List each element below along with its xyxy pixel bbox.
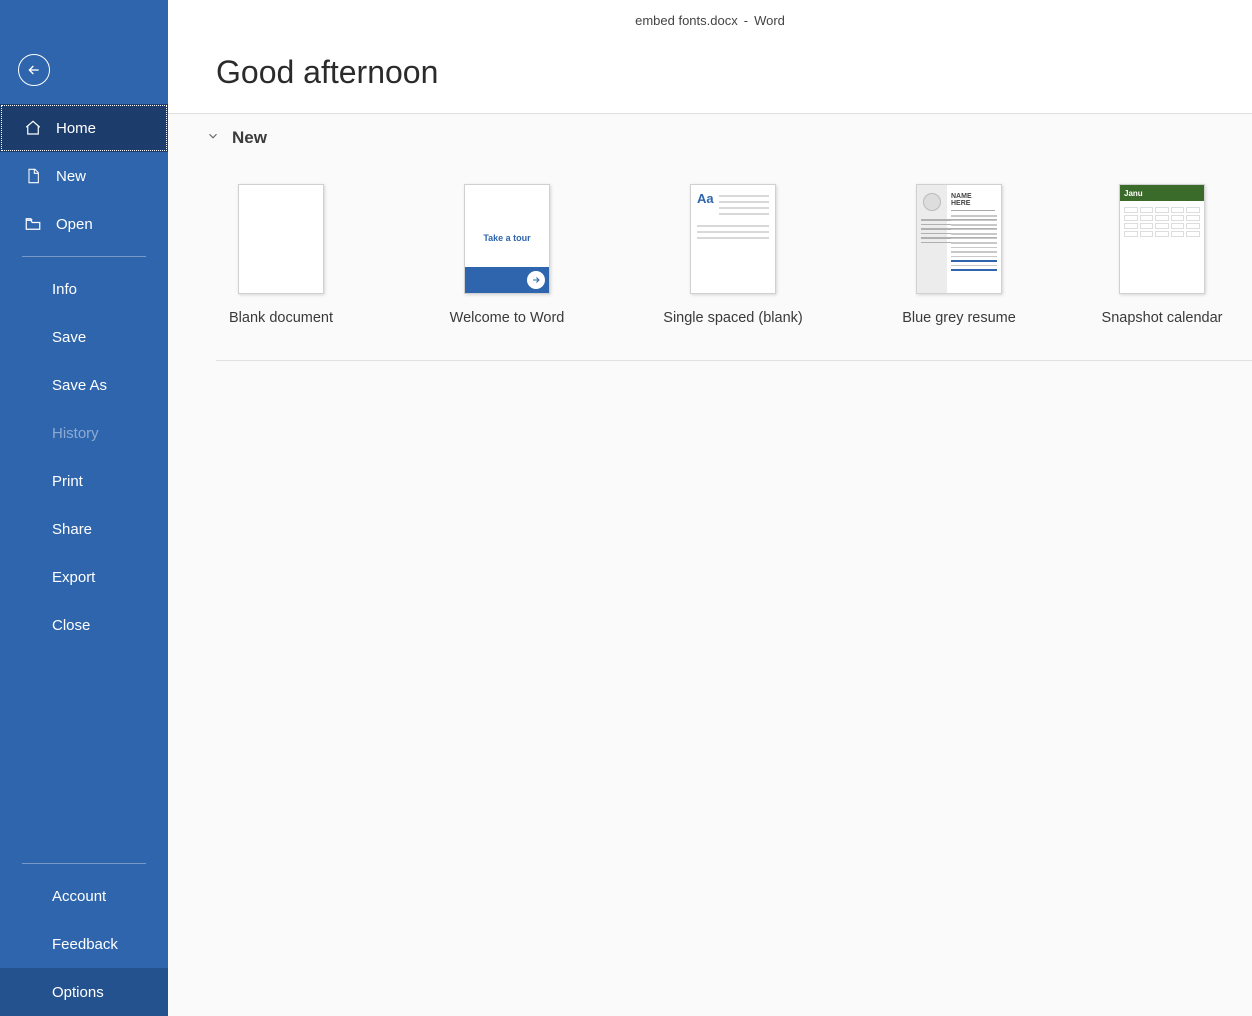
nav-account[interactable]: Account bbox=[0, 872, 168, 920]
template-welcome-to-word[interactable]: Take a tour Welcome to Word bbox=[464, 184, 550, 326]
titlebar-separator: - bbox=[744, 13, 748, 28]
nav-label: Feedback bbox=[52, 936, 118, 953]
backstage-sidebar: Home New Open Info Save Save As History … bbox=[0, 0, 168, 1016]
nav-close[interactable]: Close bbox=[0, 601, 168, 649]
template-blank-document[interactable]: Blank document bbox=[238, 184, 324, 326]
row-divider bbox=[216, 360, 1252, 361]
nav-options[interactable]: Options bbox=[0, 968, 168, 1016]
thumb-tour-band bbox=[465, 267, 549, 293]
app-name: Word bbox=[754, 13, 785, 28]
nav-home[interactable]: Home bbox=[0, 104, 168, 152]
back-button[interactable] bbox=[18, 54, 50, 86]
nav-feedback[interactable]: Feedback bbox=[0, 920, 168, 968]
nav-divider bbox=[22, 256, 146, 257]
nav-print[interactable]: Print bbox=[0, 457, 168, 505]
nav-info[interactable]: Info bbox=[0, 265, 168, 313]
template-thumbnail bbox=[238, 184, 324, 294]
nav-label: Export bbox=[52, 569, 95, 586]
nav-label: Info bbox=[52, 281, 77, 298]
nav-primary-group: Home New Open bbox=[0, 104, 168, 248]
thumb-lines bbox=[697, 225, 769, 243]
template-single-spaced[interactable]: Aa Single spaced (blank) bbox=[690, 184, 776, 326]
section-new-header[interactable]: New bbox=[168, 114, 1252, 148]
template-thumbnail: Janu bbox=[1119, 184, 1205, 294]
nav-export[interactable]: Export bbox=[0, 553, 168, 601]
nav-label: Options bbox=[52, 984, 104, 1001]
nav-new[interactable]: New bbox=[0, 152, 168, 200]
thumb-resume-name: NAMEHERE bbox=[951, 193, 995, 214]
template-label: Blank document bbox=[229, 310, 333, 326]
nav-label: Home bbox=[56, 120, 96, 137]
main-area: embed fonts.docx - Word Good afternoon N… bbox=[168, 0, 1252, 1016]
arrow-right-circle-icon bbox=[527, 271, 545, 289]
template-thumbnail: Aa bbox=[690, 184, 776, 294]
template-label: Welcome to Word bbox=[450, 310, 565, 326]
content-area: New Blank document Take a tour bbox=[168, 113, 1252, 1016]
nav-label: Save bbox=[52, 329, 86, 346]
template-label: Blue grey resume bbox=[902, 310, 1016, 326]
thumb-calendar-grid bbox=[1124, 207, 1200, 239]
greeting-heading: Good afternoon bbox=[168, 40, 1252, 113]
nav-open[interactable]: Open bbox=[0, 200, 168, 248]
nav-saveas[interactable]: Save As bbox=[0, 361, 168, 409]
nav-bottom-group: Account Feedback Options bbox=[0, 872, 168, 1016]
template-label: Single spaced (blank) bbox=[663, 310, 802, 326]
nav-divider bbox=[22, 863, 146, 864]
nav-secondary-group: Info Save Save As History Print Share Ex… bbox=[0, 265, 168, 649]
nav-label: New bbox=[56, 168, 86, 185]
nav-label: Save As bbox=[52, 377, 107, 394]
thumb-lines bbox=[719, 195, 769, 219]
template-label: Snapshot calendar bbox=[1102, 310, 1223, 326]
nav-label: Close bbox=[52, 617, 90, 634]
section-new-label: New bbox=[232, 128, 267, 148]
template-thumbnail: Take a tour bbox=[464, 184, 550, 294]
chevron-down-icon bbox=[206, 129, 220, 148]
template-thumbnail: NAMEHERE bbox=[916, 184, 1002, 294]
arrow-left-icon bbox=[26, 62, 42, 78]
nav-label: Account bbox=[52, 888, 106, 905]
nav-label: Open bbox=[56, 216, 93, 233]
document-icon bbox=[24, 167, 42, 185]
nav-label: Print bbox=[52, 473, 83, 490]
nav-label: Share bbox=[52, 521, 92, 538]
avatar-icon bbox=[923, 193, 941, 211]
thumb-calendar-header: Janu bbox=[1120, 185, 1204, 201]
home-icon bbox=[24, 119, 42, 137]
document-name: embed fonts.docx bbox=[635, 13, 738, 28]
thumb-tour-text: Take a tour bbox=[465, 233, 549, 243]
titlebar: embed fonts.docx - Word bbox=[168, 0, 1252, 40]
thumb-lines bbox=[951, 215, 997, 274]
template-snapshot-calendar[interactable]: Janu Snapshot calendar bbox=[1142, 184, 1182, 326]
nav-save[interactable]: Save bbox=[0, 313, 168, 361]
nav-history: History bbox=[0, 409, 168, 457]
thumb-aa-glyph: Aa bbox=[697, 191, 714, 206]
template-blue-grey-resume[interactable]: NAMEHERE Blue grey resume bbox=[916, 184, 1002, 326]
nav-label: History bbox=[52, 425, 99, 442]
nav-share[interactable]: Share bbox=[0, 505, 168, 553]
folder-open-icon bbox=[24, 215, 42, 233]
template-row: Blank document Take a tour Welcome to Wo… bbox=[168, 148, 1252, 326]
